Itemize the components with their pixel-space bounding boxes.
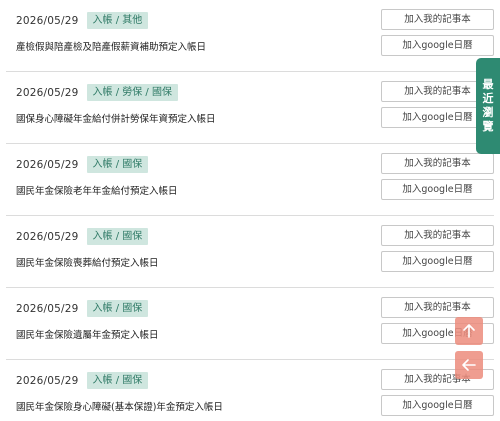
item-meta: 2026/05/29 入帳 / 國保	[16, 156, 149, 173]
event-title: 產檢假與陪產檢及陪產假薪資補助預定入帳日	[16, 42, 207, 53]
recent-views-label-char: 近	[482, 92, 494, 105]
list-item: 2026/05/29 入帳 / 國保 國民年金保險身心障礙(基本保證)年金預定入…	[6, 360, 494, 421]
scroll-to-top-button[interactable]	[455, 317, 483, 345]
add-to-google-calendar-button[interactable]: 加入google日曆	[381, 179, 494, 200]
add-to-google-calendar-button[interactable]: 加入google日曆	[381, 251, 494, 272]
recent-views-label-char: 最	[482, 78, 494, 91]
add-to-google-calendar-button[interactable]: 加入google日曆	[381, 35, 494, 56]
event-date: 2026/05/29	[16, 86, 79, 99]
event-title: 國保身心障礙年金給付併計勞保年資預定入帳日	[16, 114, 216, 125]
event-title: 國民年金保險遺屬年金預定入帳日	[16, 330, 159, 341]
item-meta: 2026/05/29 入帳 / 其他	[16, 12, 149, 29]
list-item: 2026/05/29 入帳 / 國保 國民年金保險老年年金給付預定入帳日 加入我…	[6, 144, 494, 216]
list-item: 2026/05/29 入帳 / 國保 國民年金保險遺屬年金預定入帳日 加入我的記…	[6, 288, 494, 360]
recent-views-label-char: 覽	[482, 120, 494, 133]
item-meta: 2026/05/29 入帳 / 國保	[16, 372, 149, 389]
arrow-left-icon	[462, 359, 476, 371]
recent-views-tab[interactable]: 最 近 瀏 覽	[476, 58, 500, 154]
category-tag: 入帳 / 國保	[86, 228, 149, 245]
category-tag: 入帳 / 勞保 / 國保	[86, 84, 178, 101]
category-tag: 入帳 / 國保	[86, 300, 149, 317]
list-item: 2026/05/29 入帳 / 其他 產檢假與陪產檢及陪產假薪資補助預定入帳日 …	[6, 0, 494, 72]
event-title: 國民年金保險身心障礙(基本保證)年金預定入帳日	[16, 402, 223, 413]
event-title: 國民年金保險老年年金給付預定入帳日	[16, 186, 178, 197]
event-date: 2026/05/29	[16, 302, 79, 315]
add-to-google-calendar-button[interactable]: 加入google日曆	[381, 395, 494, 416]
recent-views-label-char: 瀏	[482, 106, 494, 119]
event-date: 2026/05/29	[16, 14, 79, 27]
item-meta: 2026/05/29 入帳 / 國保	[16, 228, 149, 245]
category-tag: 入帳 / 國保	[86, 372, 149, 389]
list-item: 2026/05/29 入帳 / 勞保 / 國保 國保身心障礙年金給付併計勞保年資…	[6, 72, 494, 144]
event-date: 2026/05/29	[16, 158, 79, 171]
category-tag: 入帳 / 國保	[86, 156, 149, 173]
event-date: 2026/05/29	[16, 374, 79, 387]
add-to-notebook-button[interactable]: 加入我的記事本	[381, 225, 494, 246]
go-back-button[interactable]	[455, 351, 483, 379]
event-date: 2026/05/29	[16, 230, 79, 243]
item-meta: 2026/05/29 入帳 / 勞保 / 國保	[16, 84, 178, 101]
event-title: 國民年金保險喪葬給付預定入帳日	[16, 258, 159, 269]
category-tag: 入帳 / 其他	[86, 12, 149, 29]
add-to-notebook-button[interactable]: 加入我的記事本	[381, 297, 494, 318]
add-to-notebook-button[interactable]: 加入我的記事本	[381, 9, 494, 30]
arrow-up-icon	[463, 324, 475, 338]
calendar-event-list: 2026/05/29 入帳 / 其他 產檢假與陪產檢及陪產假薪資補助預定入帳日 …	[0, 0, 500, 421]
list-item: 2026/05/29 入帳 / 國保 國民年金保險喪葬給付預定入帳日 加入我的記…	[6, 216, 494, 288]
item-meta: 2026/05/29 入帳 / 國保	[16, 300, 149, 317]
add-to-notebook-button[interactable]: 加入我的記事本	[381, 153, 494, 174]
